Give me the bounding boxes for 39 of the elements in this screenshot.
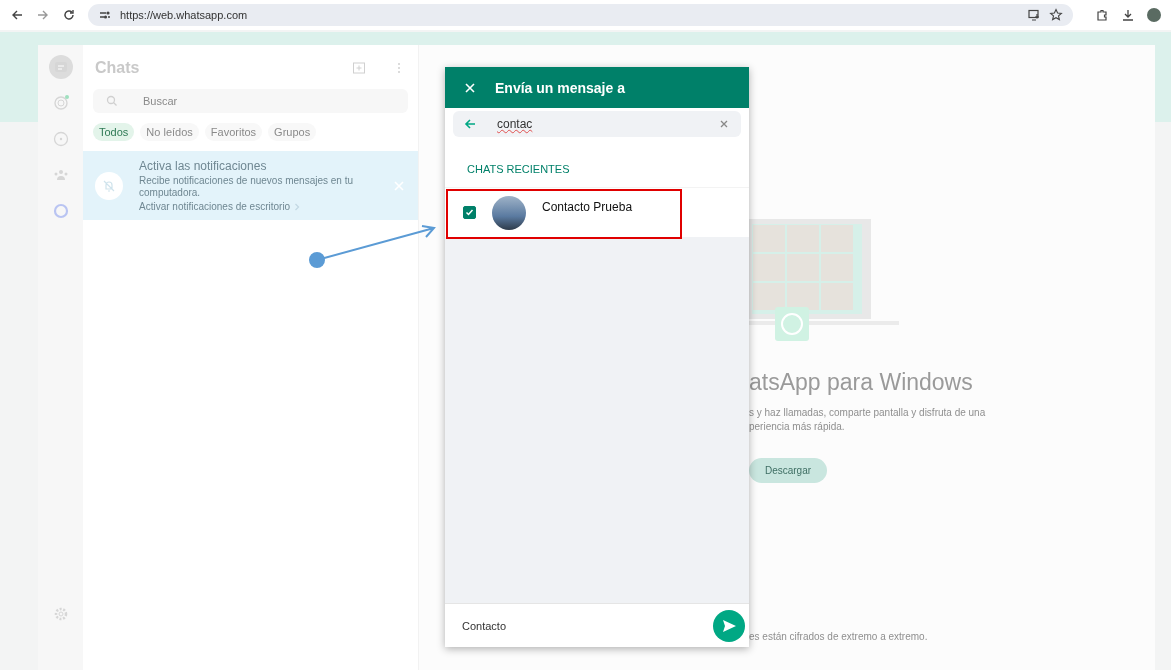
checkbox[interactable] (463, 206, 476, 219)
check-icon (465, 208, 474, 217)
download-icon[interactable] (1121, 8, 1135, 22)
muted-bell-icon (95, 171, 123, 200)
send-icon (721, 617, 737, 634)
install-app-icon[interactable] (1027, 8, 1041, 22)
chevron-right-icon (293, 202, 302, 211)
notification-link[interactable]: Activar notificaciones de escritorio (139, 201, 376, 212)
star-icon[interactable] (1049, 8, 1063, 22)
address-bar[interactable]: https://web.whatsapp.com (88, 4, 1073, 26)
intro-title: atsApp para Windows (749, 369, 974, 396)
filter-chip[interactable]: Grupos (268, 123, 317, 141)
filter-chip[interactable]: No leídos (140, 123, 199, 141)
search-icon (105, 94, 119, 108)
contact-search-field[interactable]: contac (453, 111, 741, 137)
contact-name: Contacto Prueba (542, 200, 633, 214)
search-field[interactable]: Buscar (93, 89, 408, 113)
selected-contacts-text: Contacto (462, 619, 508, 632)
reload-icon[interactable] (62, 8, 76, 22)
notification-text: Recibe notificaciones de nuevos mensajes en tu computadora. (139, 175, 355, 199)
close-icon[interactable] (463, 80, 477, 95)
encryption-note: es están cifrados de extremo a extremo. (749, 631, 929, 642)
new-chat-icon[interactable] (352, 61, 366, 75)
dialog-title: Envía un mensaje a (495, 79, 625, 96)
profile-avatar[interactable] (1147, 8, 1161, 22)
filter-chip[interactable]: Favoritos (204, 123, 263, 141)
send-button[interactable] (713, 609, 745, 642)
url-text: https://web.whatsapp.com (120, 9, 248, 21)
download-button[interactable]: Descargar (749, 458, 827, 483)
section-heading: CHATS RECIENTES (466, 162, 571, 177)
photo-placeholder (492, 195, 526, 230)
filter-chip[interactable]: Todos (93, 123, 135, 141)
contact-row[interactable]: Contacto Prueba (445, 187, 749, 237)
back-icon[interactable] (10, 8, 24, 22)
back-arrow-icon[interactable] (463, 117, 477, 131)
notification-title: Activa las notificaciones (139, 159, 268, 173)
extensions-icon[interactable] (1095, 8, 1109, 22)
forward-icon[interactable] (36, 8, 50, 22)
intro-text: s y haz llamadas, comparte pantalla y disfruta de una periencia más rápida. (749, 406, 987, 434)
